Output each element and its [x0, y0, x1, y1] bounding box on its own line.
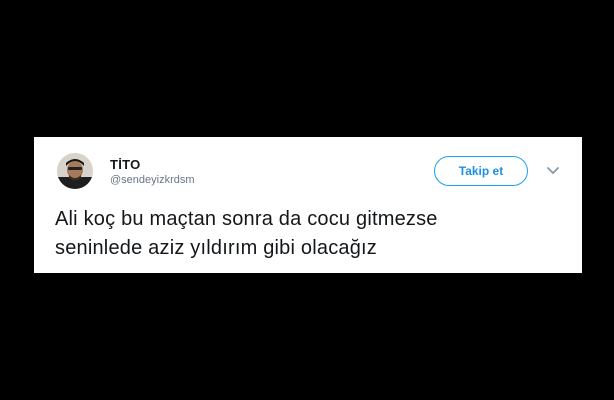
chevron-down-icon[interactable]	[546, 166, 560, 176]
tweet-text: Ali koç bu maçtan sonra da cocu gitmezse…	[55, 205, 565, 263]
tweet-text-line: Ali koç bu maçtan sonra da cocu gitmezse	[55, 208, 438, 230]
follow-button[interactable]: Takip et	[434, 156, 528, 186]
tweet-card: TİTO @sendeyizkrdsm Takip et Ali koç bu …	[34, 137, 582, 273]
avatar[interactable]	[57, 153, 93, 189]
author-name[interactable]: TİTO	[110, 157, 141, 172]
tweet-text-line: seninlede aziz yıldırım gibi olacağız	[55, 237, 377, 259]
avatar-photo-icon	[57, 153, 93, 189]
author-handle[interactable]: @sendeyizkrdsm	[110, 174, 195, 186]
